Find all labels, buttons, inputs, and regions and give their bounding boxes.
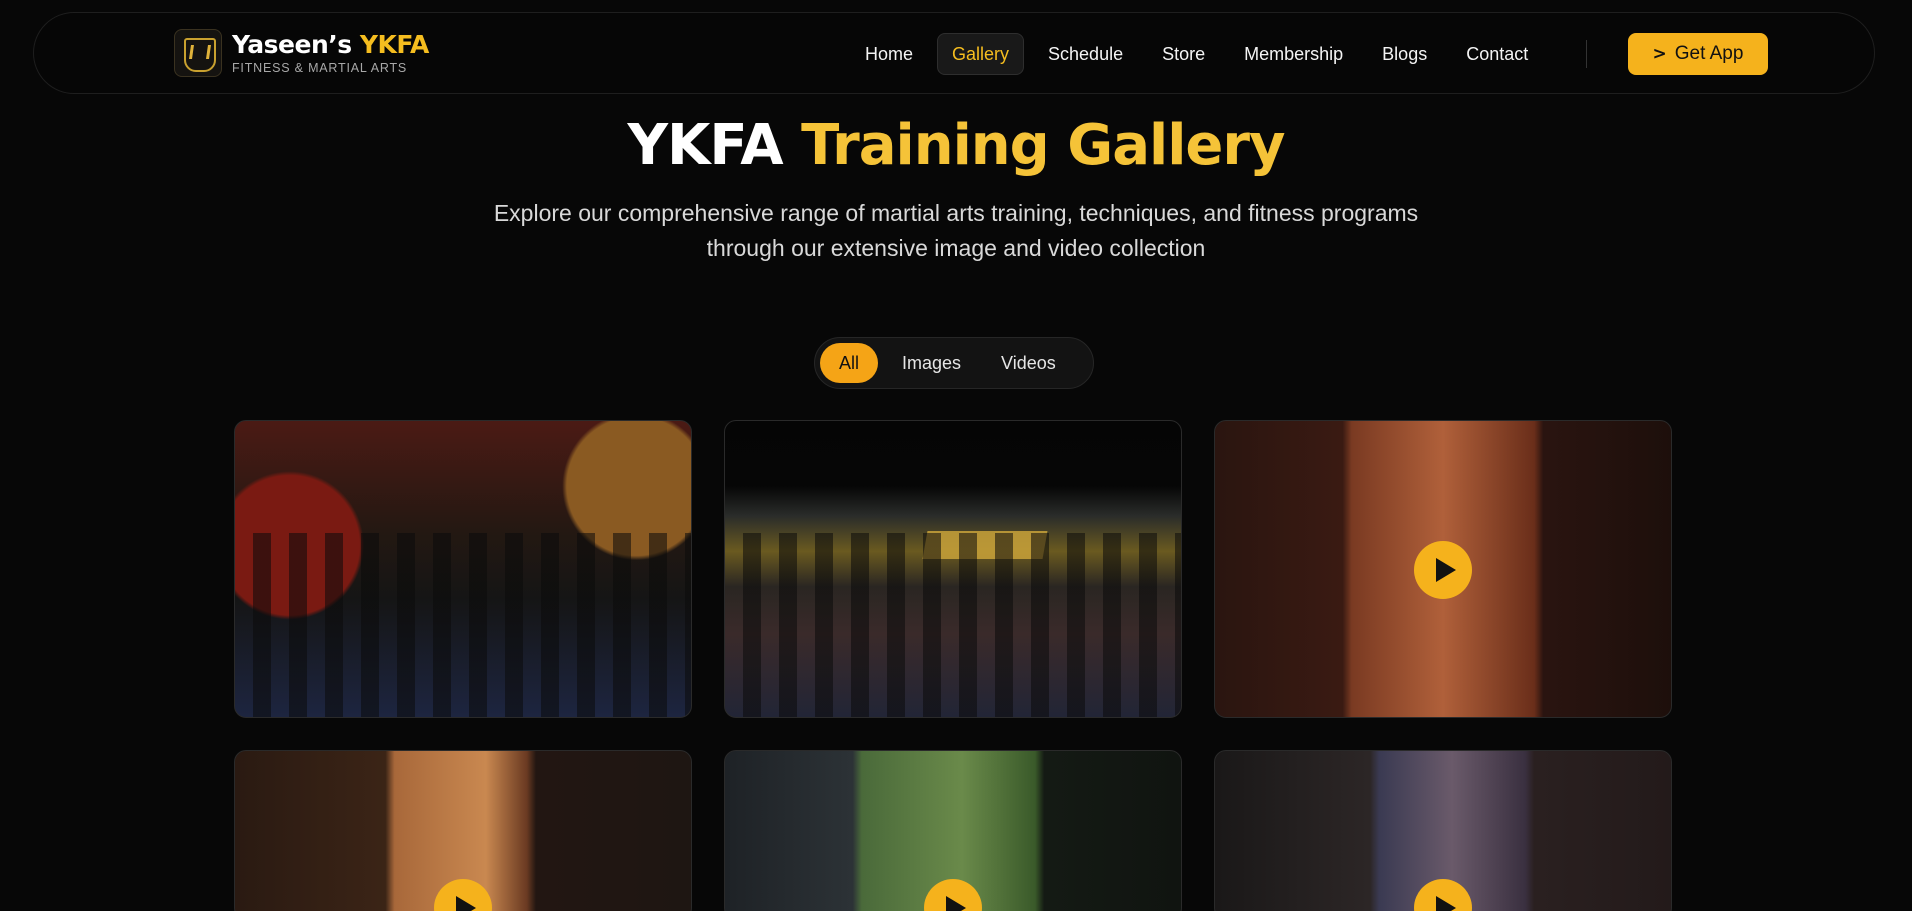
gallery-filter: All Images Videos [814, 337, 1094, 389]
nav-gallery[interactable]: Gallery [937, 33, 1025, 75]
filter-tab-images[interactable]: Images [886, 343, 977, 383]
brand-name-highlight: YKFA [359, 30, 430, 59]
page-subtitle: Explore our comprehensive range of marti… [493, 200, 1419, 261]
get-app-button[interactable]: > Get App [1628, 33, 1768, 75]
play-icon[interactable] [924, 879, 982, 911]
page-title-highlight: Training Gallery [801, 113, 1285, 178]
chevron-right-icon: > [1652, 44, 1667, 64]
ykfa-crest-icon [174, 29, 222, 77]
nav-membership[interactable]: Membership [1229, 33, 1358, 75]
play-icon[interactable] [1414, 879, 1472, 911]
photo-content [235, 533, 691, 717]
gallery-video[interactable] [1214, 750, 1672, 911]
logo-text: Yaseen’s YKFA FITNESS & MARTIAL ARTS [232, 31, 429, 76]
filter-tab-all[interactable]: All [820, 343, 879, 383]
page-title-plain: YKFA [627, 113, 802, 178]
nav-home[interactable]: Home [850, 33, 928, 75]
gallery-video[interactable] [1214, 420, 1672, 718]
nav-schedule[interactable]: Schedule [1033, 33, 1138, 75]
logo-link[interactable]: Yaseen’s YKFA FITNESS & MARTIAL ARTS [174, 29, 429, 77]
play-icon[interactable] [1414, 541, 1472, 599]
gallery-image[interactable] [724, 420, 1182, 718]
nav-contact[interactable]: Contact [1451, 33, 1543, 75]
navbar: Yaseen’s YKFA FITNESS & MARTIAL ARTS Hom… [33, 12, 1875, 94]
page-title: YKFA Training Gallery [0, 112, 1912, 180]
brand-tagline: FITNESS & MARTIAL ARTS [232, 61, 408, 75]
gallery-video[interactable] [234, 750, 692, 911]
nav-blogs[interactable]: Blogs [1367, 33, 1442, 75]
brand-name-prefix: Yaseen’s [232, 30, 360, 59]
page: Yaseen’s YKFA FITNESS & MARTIAL ARTS Hom… [0, 0, 1912, 911]
play-icon[interactable] [434, 879, 492, 911]
get-app-label: Get App [1674, 43, 1744, 64]
nav-divider [1586, 40, 1587, 68]
brand-name: Yaseen’s YKFA [232, 31, 429, 59]
photo-content [725, 533, 1181, 717]
gallery-video[interactable] [724, 750, 1182, 911]
filter-tab-videos[interactable]: Videos [985, 343, 1072, 383]
gallery-image[interactable] [234, 420, 692, 718]
nav-store[interactable]: Store [1147, 33, 1220, 75]
main-nav: Home Gallery Schedule Store Membership B… [850, 33, 1552, 75]
